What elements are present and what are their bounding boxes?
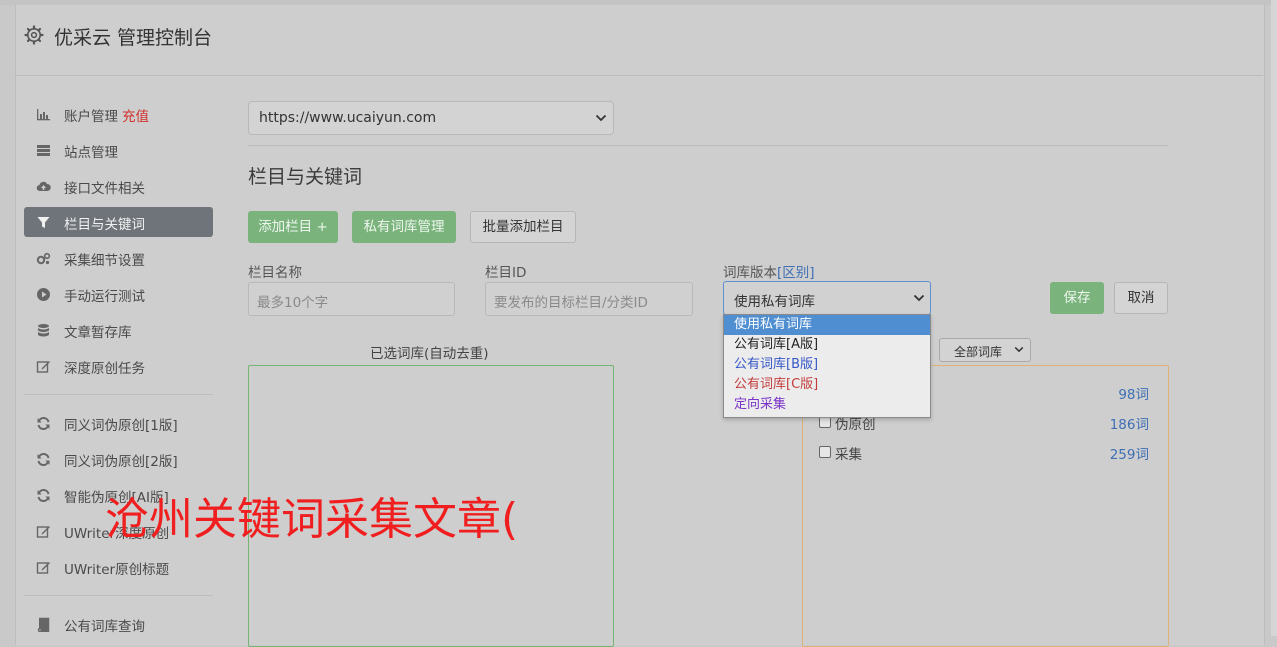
private-lib-button[interactable]: 私有词库管理: [352, 211, 456, 243]
chosen-lib-title: 已选词库(自动去重): [370, 346, 489, 362]
sidebar-item-columns-keywords[interactable]: 栏目与关键词: [24, 207, 213, 237]
sidebar-item-collect-settings[interactable]: 采集细节设置: [24, 243, 213, 273]
overlay-caption: 沧州关键词采集文章(: [105, 494, 519, 545]
sidebar-item-label: 账户管理: [64, 109, 118, 125]
difference-link[interactable]: [区别]: [777, 265, 815, 281]
edit-icon: [36, 562, 50, 574]
sidebar-item-uwriter-title[interactable]: UWriter原创标题: [24, 552, 213, 582]
edit-icon: [36, 361, 50, 373]
option-public-a[interactable]: 公有词库[A版]: [724, 335, 930, 355]
cloud-upload-icon: [36, 181, 51, 192]
lib-count: 259词: [1109, 447, 1149, 463]
book-icon: [37, 617, 50, 632]
sidebar-item-manual-run[interactable]: 手动运行测试: [24, 279, 213, 309]
filter-icon: [37, 217, 50, 228]
chevron-down-icon: [913, 294, 925, 302]
section-title: 栏目与关键词: [248, 166, 363, 188]
sidebar-item-label: 采集细节设置: [64, 253, 145, 269]
bar-chart-icon: [37, 109, 50, 121]
database-icon: [38, 324, 49, 337]
server-icon: [37, 145, 50, 156]
lib-filter-select[interactable]: 全部词库: [939, 338, 1031, 362]
version-select[interactable]: 使用私有词库: [723, 281, 931, 315]
sidebar-item-label: 同义词伪原创[2版]: [64, 454, 178, 470]
sidebar-item-label: UWriter原创标题: [64, 562, 170, 578]
scrollbar[interactable]: [1271, 0, 1277, 636]
column-name-label: 栏目名称: [248, 265, 302, 281]
sidebar-item-interface-files[interactable]: 接口文件相关: [24, 171, 213, 201]
sidebar-item-account[interactable]: 账户管理 充值: [24, 99, 213, 129]
recharge-link[interactable]: 充值: [122, 109, 149, 125]
column-id-input[interactable]: 要发布的目标栏目/分类ID: [485, 282, 693, 316]
sidebar-item-label: 接口文件相关: [64, 181, 145, 197]
sidebar-item-deep-original[interactable]: 深度原创任务: [24, 351, 213, 381]
chevron-down-icon: [595, 114, 607, 122]
sidebar-divider: [24, 595, 213, 596]
save-button[interactable]: 保存: [1050, 282, 1104, 314]
sidebar-item-article-store[interactable]: 文章暂存库: [24, 315, 213, 345]
sidebar-item-synonym-v2[interactable]: 同义词伪原创[2版]: [24, 444, 213, 474]
divider: [248, 145, 1168, 146]
version-label-text: 词库版本: [723, 265, 777, 281]
page-header: 优采云 管理控制台: [15, 5, 1263, 76]
option-public-c[interactable]: 公有词库[C版]: [724, 375, 930, 395]
gear-icon: [24, 25, 44, 45]
batch-add-button[interactable]: 批量添加栏目: [470, 211, 576, 243]
sidebar-item-label: 公有词库查询: [64, 619, 145, 635]
edit-icon: [36, 526, 50, 538]
sidebar-item-label: 手动运行测试: [64, 289, 145, 305]
lib-filter-value: 全部词库: [954, 345, 1003, 359]
sidebar-item-sites[interactable]: 站点管理: [24, 135, 213, 165]
sidebar-item-public-lib[interactable]: 公有词库查询: [24, 609, 213, 639]
column-id-label: 栏目ID: [485, 265, 527, 281]
page-title: 优采云 管理控制台: [54, 27, 213, 49]
lib-checkbox[interactable]: [819, 446, 831, 458]
column-id-placeholder: 要发布的目标栏目/分类ID: [494, 295, 648, 311]
sidebar-item-label: 同义词伪原创[1版]: [64, 418, 178, 434]
sidebar-item-label: 站点管理: [64, 145, 118, 161]
option-private-lib[interactable]: 使用私有词库: [724, 315, 930, 335]
play-circle-icon: [37, 288, 50, 301]
site-select[interactable]: https://www.ucaiyun.com: [248, 101, 614, 135]
option-public-b[interactable]: 公有词库[B版]: [724, 355, 930, 375]
lib-count: 186词: [1109, 417, 1149, 433]
sidebar-item-label: 栏目与关键词: [64, 217, 145, 233]
cancel-button[interactable]: 取消: [1114, 282, 1168, 314]
version-label: 词库版本[区别]: [723, 261, 815, 281]
column-name-placeholder: 最多10个字: [257, 295, 329, 311]
sidebar-item-label: 深度原创任务: [64, 361, 145, 377]
chevron-down-icon: [1014, 346, 1024, 353]
column-name-input[interactable]: 最多10个字: [248, 282, 455, 316]
lib-row[interactable]: 采集 259词: [819, 442, 1149, 463]
sidebar-item-label: 文章暂存库: [64, 325, 132, 341]
gears-icon: [36, 252, 51, 265]
lib-name: 采集: [835, 447, 862, 463]
add-column-button[interactable]: 添加栏目 +: [248, 211, 338, 243]
lib-count: 98词: [1118, 387, 1149, 403]
sidebar-divider: [24, 394, 213, 395]
option-targeted-collect[interactable]: 定向采集: [724, 395, 930, 415]
sidebar-item-synonym-v1[interactable]: 同义词伪原创[1版]: [24, 408, 213, 438]
version-dropdown: 使用私有词库 公有词库[A版] 公有词库[B版] 公有词库[C版] 定向采集: [723, 314, 931, 418]
site-select-value: https://www.ucaiyun.com: [259, 110, 437, 126]
version-select-value: 使用私有词库: [734, 294, 815, 310]
refresh-icon: [37, 452, 50, 467]
refresh-icon: [37, 416, 50, 431]
refresh-icon: [37, 488, 50, 503]
